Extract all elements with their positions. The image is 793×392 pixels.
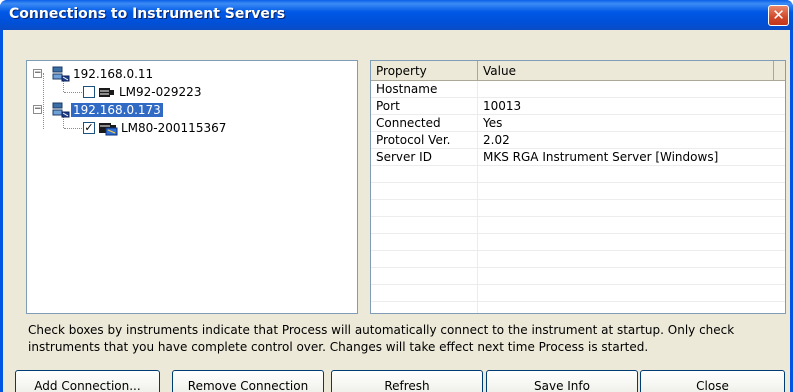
server-tree[interactable]: − 192.168.0.11 LM92-029223 − 192.168.0.1… — [26, 60, 358, 314]
close-button[interactable]: Close — [640, 370, 785, 392]
empty-row — [371, 200, 785, 217]
property-row[interactable]: Connected Yes — [371, 115, 785, 132]
property-value — [478, 81, 483, 97]
column-header-value[interactable]: Value — [478, 61, 774, 81]
property-value: 10013 — [483, 99, 522, 113]
dialog-body: − 192.168.0.11 LM92-029223 − 192.168.0.1… — [3, 30, 790, 392]
instrument-icon — [99, 123, 118, 136]
empty-row — [371, 285, 785, 302]
empty-row — [371, 234, 785, 251]
refresh-button[interactable]: Refresh — [331, 370, 483, 392]
window-title: Connections to Instrument Servers — [9, 6, 286, 22]
server-2-label[interactable]: 192.168.0.173 — [71, 101, 163, 119]
tree-line — [43, 73, 44, 129]
property-name: Port — [376, 99, 400, 113]
instrument-2-checkbox[interactable]: ✓ — [83, 122, 95, 134]
empty-row — [371, 183, 785, 200]
property-value: 2.02 — [483, 133, 510, 147]
empty-row — [371, 166, 785, 183]
property-name: Protocol Ver. — [376, 133, 451, 147]
instrument-2-label[interactable]: LM80-200115367 — [121, 119, 226, 137]
server-network-icon — [52, 66, 70, 82]
property-list[interactable]: Property Value Hostname Port 10013 Conne… — [370, 60, 786, 314]
instrument-icon — [99, 88, 114, 97]
tree-line — [64, 128, 82, 129]
property-row[interactable]: Protocol Ver. 2.02 — [371, 132, 785, 149]
close-icon: ✕ — [772, 6, 785, 24]
empty-row — [371, 268, 785, 285]
instrument-1-label[interactable]: LM92-029223 — [119, 83, 201, 101]
dialog-window: Connections to Instrument Servers ✕ − 19… — [0, 0, 793, 392]
help-note: Check boxes by instruments indicate that… — [28, 323, 735, 354]
save-info-button[interactable]: Save Info — [486, 370, 638, 392]
instrument-1-checkbox[interactable] — [83, 86, 95, 98]
server-network-icon — [52, 102, 70, 118]
property-name: Server ID — [376, 150, 432, 164]
title-bar[interactable]: Connections to Instrument Servers ✕ — [0, 0, 793, 30]
property-value: MKS RGA Instrument Server [Windows] — [483, 150, 719, 164]
property-name: Connected — [376, 116, 441, 130]
selected-server-label[interactable]: 192.168.0.173 — [71, 103, 163, 117]
property-row[interactable]: Port 10013 — [371, 98, 785, 115]
property-value: Yes — [483, 116, 503, 130]
add-connection-button[interactable]: Add Connection... — [15, 370, 160, 392]
property-row[interactable]: Server ID MKS RGA Instrument Server [Win… — [371, 149, 785, 166]
empty-row — [371, 251, 785, 268]
title-close-button[interactable]: ✕ — [768, 5, 789, 26]
column-header-filler — [774, 61, 785, 81]
property-row[interactable]: Hostname — [371, 81, 785, 98]
server-1-expander[interactable]: − — [33, 69, 42, 78]
empty-row — [371, 217, 785, 234]
server-2-expander[interactable]: − — [33, 105, 42, 114]
property-name: Hostname — [376, 82, 438, 96]
column-header-property[interactable]: Property — [371, 61, 478, 81]
server-1-label[interactable]: 192.168.0.11 — [73, 65, 153, 83]
tree-line — [64, 92, 82, 93]
remove-connection-button[interactable]: Remove Connection — [172, 370, 324, 392]
